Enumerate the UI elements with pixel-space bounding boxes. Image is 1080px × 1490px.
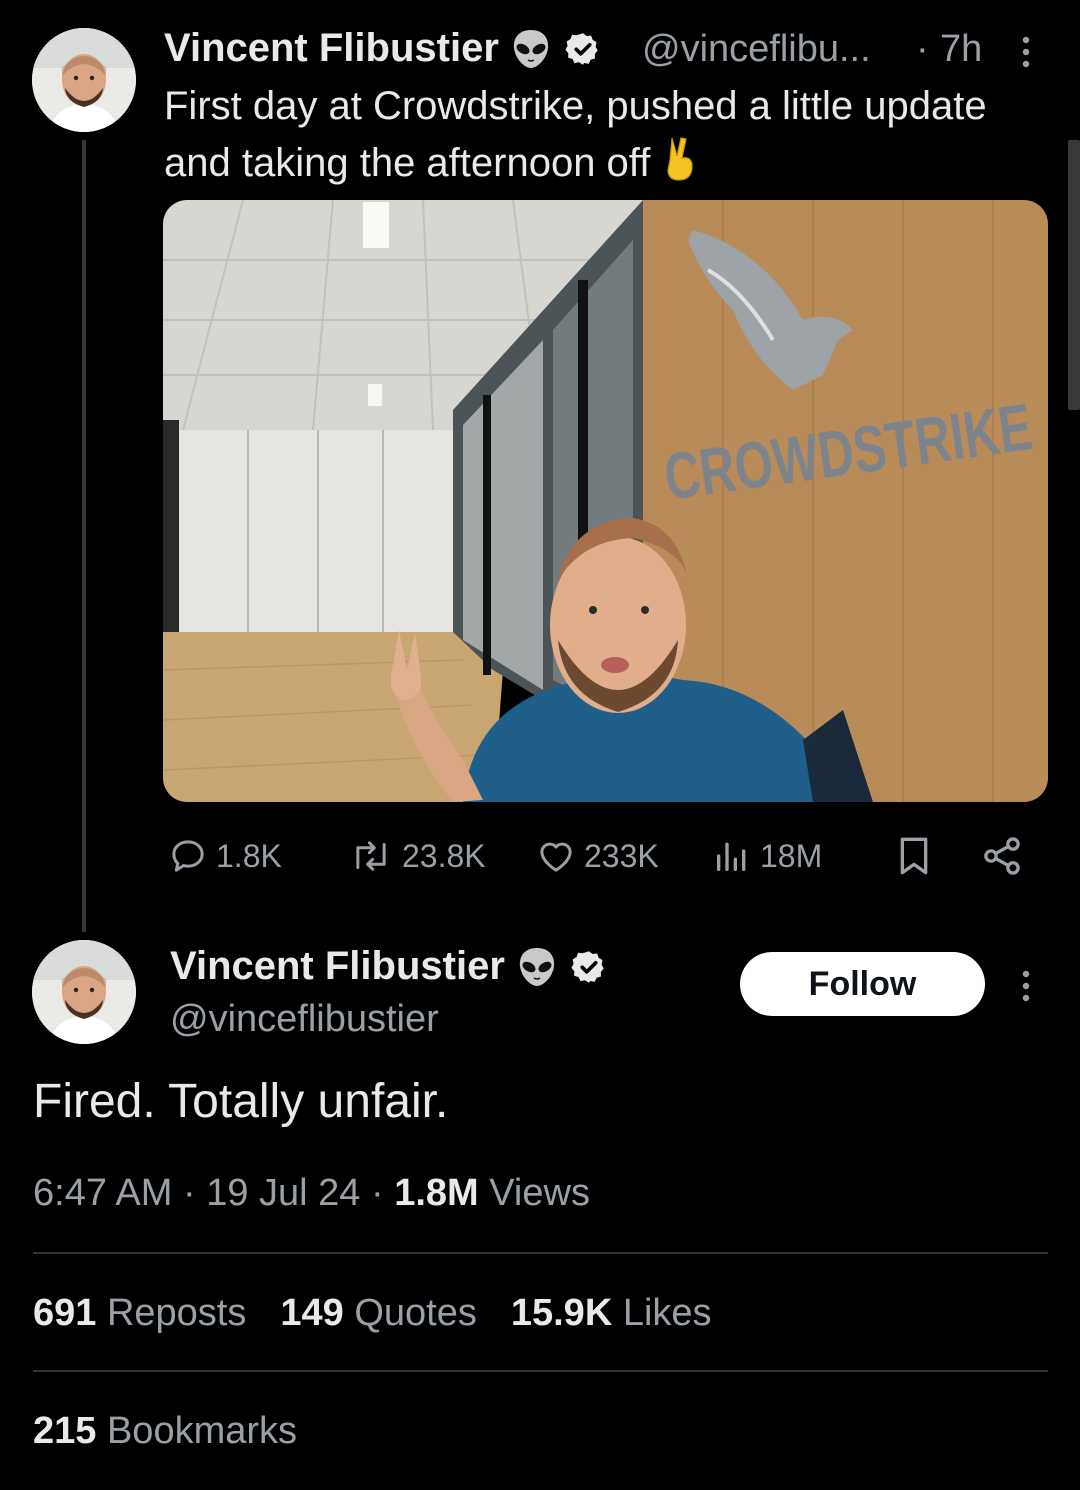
repost-action[interactable]: 23.8K bbox=[348, 836, 486, 876]
like-action[interactable]: 233K bbox=[536, 836, 659, 876]
engagement-stats: 691 Reposts 149 Quotes 15.9K Likes bbox=[33, 1292, 746, 1335]
avatar[interactable] bbox=[32, 940, 136, 1044]
author-handle[interactable]: @vinceflibustier bbox=[170, 998, 439, 1041]
likes-count: 15.9K bbox=[510, 1292, 613, 1334]
divider bbox=[33, 1252, 1048, 1254]
author-name-row: Vincent Flibustier bbox=[170, 944, 607, 989]
tweet-text: First day at Crowdstrike, pushed a littl… bbox=[164, 84, 987, 185]
more-options-icon[interactable] bbox=[1016, 966, 1036, 1006]
separator-dot: · bbox=[360, 1172, 395, 1214]
share-icon[interactable] bbox=[980, 834, 1024, 878]
bookmarks-stat[interactable]: 215 Bookmarks bbox=[33, 1410, 297, 1453]
author-handle[interactable]: @vinceflibu... bbox=[642, 28, 871, 71]
views-count: 1.8M bbox=[394, 1172, 479, 1214]
repost-count: 23.8K bbox=[402, 837, 486, 874]
likes-stat[interactable]: 15.9K Likes bbox=[511, 1292, 712, 1335]
reposts-label: Reposts bbox=[96, 1292, 247, 1334]
views-bar-chart-icon bbox=[717, 842, 746, 871]
thread-connector-line bbox=[82, 140, 86, 932]
verified-badge-icon[interactable] bbox=[571, 949, 607, 985]
author-name-row: Vincent Flibustier bbox=[164, 26, 601, 71]
views-action[interactable]: 18M bbox=[712, 836, 822, 876]
victory-hand-icon bbox=[667, 137, 693, 181]
views-label: Views bbox=[478, 1172, 590, 1214]
reply-action[interactable]: 1.8K bbox=[168, 836, 282, 876]
avatar-portrait-icon bbox=[32, 28, 136, 132]
bookmarks-label: Bookmarks bbox=[96, 1410, 298, 1452]
reply-bubble-icon bbox=[172, 840, 204, 872]
alien-emoji-icon bbox=[519, 947, 555, 986]
quotes-count: 149 bbox=[280, 1292, 344, 1334]
divider bbox=[33, 1370, 1048, 1372]
bookmark-icon[interactable] bbox=[894, 834, 934, 878]
follow-button[interactable]: Follow bbox=[740, 952, 985, 1016]
separator-dot: · bbox=[172, 1172, 207, 1214]
avatar-portrait-icon bbox=[32, 940, 136, 1044]
reposts-count: 691 bbox=[33, 1292, 97, 1334]
quotes-label: Quotes bbox=[343, 1292, 477, 1334]
repost-icon bbox=[356, 841, 386, 871]
alien-emoji-icon bbox=[513, 29, 549, 68]
like-count: 233K bbox=[584, 837, 659, 874]
tweet-meta: 6:47 AM · 19 Jul 24 · 1.8M Views bbox=[33, 1172, 590, 1215]
bookmarks-count: 215 bbox=[33, 1410, 97, 1452]
tweet-date[interactable]: 19 Jul 24 bbox=[206, 1172, 360, 1214]
tweet-text: Fired. Totally unfair. bbox=[33, 1075, 449, 1128]
scrollbar[interactable] bbox=[1068, 140, 1080, 410]
quotes-stat[interactable]: 149 Quotes bbox=[280, 1292, 476, 1335]
author-name[interactable]: Vincent Flibustier bbox=[164, 26, 499, 71]
heart-icon bbox=[540, 842, 572, 872]
avatar[interactable] bbox=[32, 28, 136, 132]
reply-count: 1.8K bbox=[216, 837, 282, 874]
views-count: 18M bbox=[760, 837, 823, 874]
likes-label: Likes bbox=[612, 1292, 712, 1334]
office-selfie-photo: CROWDSTRIKE bbox=[163, 200, 1048, 802]
timestamp[interactable]: 7h bbox=[940, 28, 982, 71]
separator-dot: · bbox=[916, 28, 929, 70]
reposts-stat[interactable]: 691 Reposts bbox=[33, 1292, 246, 1335]
more-options-icon[interactable] bbox=[1016, 32, 1036, 72]
tweet-time[interactable]: 6:47 AM bbox=[33, 1172, 172, 1214]
tweet-media-image[interactable]: CROWDSTRIKE bbox=[163, 200, 1048, 802]
author-name[interactable]: Vincent Flibustier bbox=[170, 944, 505, 989]
verified-badge-icon[interactable] bbox=[565, 31, 601, 67]
